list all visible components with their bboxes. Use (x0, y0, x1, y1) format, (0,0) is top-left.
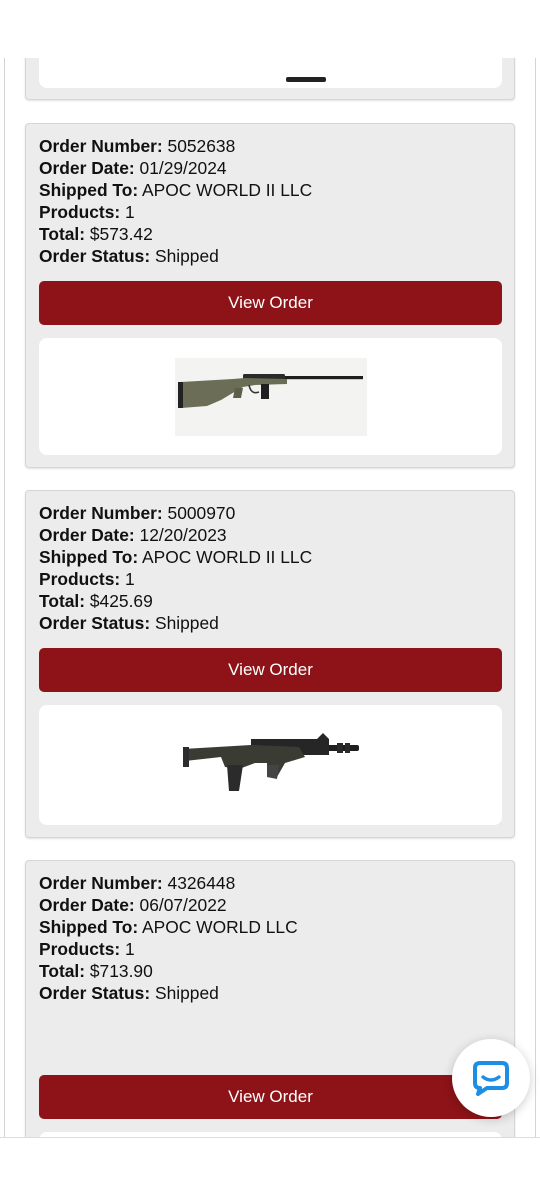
order-info: Order Number: 5052638 Order Date: 01/29/… (26, 124, 514, 267)
product-image-box (39, 58, 502, 88)
shipped-to-value: APOC WORLD II LLC (142, 546, 313, 567)
total-value: $713.90 (89, 960, 153, 981)
order-date-value: 12/20/2023 (139, 524, 227, 545)
shipped-to-value: APOC WORLD II LLC (142, 179, 313, 200)
order-card: Order Number: 5000970 Order Date: 12/20/… (25, 490, 515, 838)
shipped-to-label: Shipped To: (39, 916, 139, 937)
order-date-value: 06/07/2022 (139, 894, 227, 915)
order-status-value: Shipped (154, 982, 219, 1003)
shipped-to-line: Shipped To: APOC WORLD II LLC (39, 547, 501, 569)
order-status-label: Order Status: (39, 982, 151, 1003)
total-value: $425.69 (89, 590, 153, 611)
order-number-label: Order Number: (39, 873, 163, 893)
view-order-button[interactable]: View Order (39, 1075, 502, 1119)
total-value: $573.42 (89, 223, 153, 244)
order-number-value: 4326448 (167, 873, 236, 893)
shipped-to-value: APOC WORLD LLC (142, 916, 298, 937)
order-info: Order Number: 4326448 Order Date: 06/07/… (26, 861, 514, 1004)
order-status-line: Order Status: Shipped (39, 983, 501, 1005)
order-date-value: 01/29/2024 (139, 157, 227, 178)
order-status-label: Order Status: (39, 612, 151, 633)
total-label: Total: (39, 590, 86, 611)
chat-button[interactable] (452, 1039, 530, 1117)
shipped-to-line: Shipped To: APOC WORLD II LLC (39, 180, 501, 202)
order-card-partial (25, 58, 515, 100)
order-date-label: Order Date: (39, 157, 135, 178)
shipped-to-label: Shipped To: (39, 179, 139, 200)
order-status-value: Shipped (154, 245, 219, 266)
view-order-button[interactable]: View Order (39, 281, 502, 325)
total-label: Total: (39, 960, 86, 981)
shipped-to-label: Shipped To: (39, 546, 139, 567)
bolt-action-rifle-icon (175, 358, 367, 436)
view-order-button[interactable]: View Order (39, 648, 502, 692)
order-status-label: Order Status: (39, 245, 151, 266)
products-label: Products: (39, 568, 121, 589)
chat-bubble-icon (473, 1061, 509, 1096)
order-number-label: Order Number: (39, 136, 163, 156)
order-date-line: Order Date: 12/20/2023 (39, 525, 501, 547)
order-date-line: Order Date: 01/29/2024 (39, 158, 501, 180)
order-number-label: Order Number: (39, 503, 163, 523)
order-date-line: Order Date: 06/07/2022 (39, 895, 501, 917)
orders-list[interactable]: Order Number: 5052638 Order Date: 01/29/… (0, 58, 540, 1137)
order-number-line: Order Number: 5052638 (39, 136, 501, 158)
bullpup-shotgun-icon (181, 729, 361, 801)
order-info: Order Number: 5000970 Order Date: 12/20/… (26, 491, 514, 634)
order-card: Order Number: 4326448 Order Date: 06/07/… (25, 860, 515, 1137)
bottom-bar (0, 1137, 540, 1200)
total-line: Total: $425.69 (39, 591, 501, 613)
product-image-box[interactable] (39, 338, 502, 455)
products-label: Products: (39, 201, 121, 222)
order-date-label: Order Date: (39, 894, 135, 915)
order-status-line: Order Status: Shipped (39, 613, 501, 635)
products-line: Products: 1 (39, 569, 501, 591)
total-line: Total: $713.90 (39, 961, 501, 983)
order-date-label: Order Date: (39, 524, 135, 545)
order-number-value: 5052638 (167, 136, 236, 156)
order-number-line: Order Number: 5000970 (39, 503, 501, 525)
products-label: Products: (39, 938, 121, 959)
products-value: 1 (125, 568, 135, 589)
order-status-value: Shipped (154, 612, 219, 633)
shipped-to-line: Shipped To: APOC WORLD LLC (39, 917, 501, 939)
status-area (0, 0, 540, 58)
product-image-fragment (286, 77, 326, 82)
order-number-line: Order Number: 4326448 (39, 873, 501, 895)
products-line: Products: 1 (39, 202, 501, 224)
order-number-value: 5000970 (167, 503, 236, 523)
products-value: 1 (125, 938, 135, 959)
products-value: 1 (125, 201, 135, 222)
total-line: Total: $573.42 (39, 224, 501, 246)
product-image-box[interactable] (39, 705, 502, 825)
order-card: Order Number: 5052638 Order Date: 01/29/… (25, 123, 515, 468)
order-status-line: Order Status: Shipped (39, 246, 501, 268)
total-label: Total: (39, 223, 86, 244)
products-line: Products: 1 (39, 939, 501, 961)
